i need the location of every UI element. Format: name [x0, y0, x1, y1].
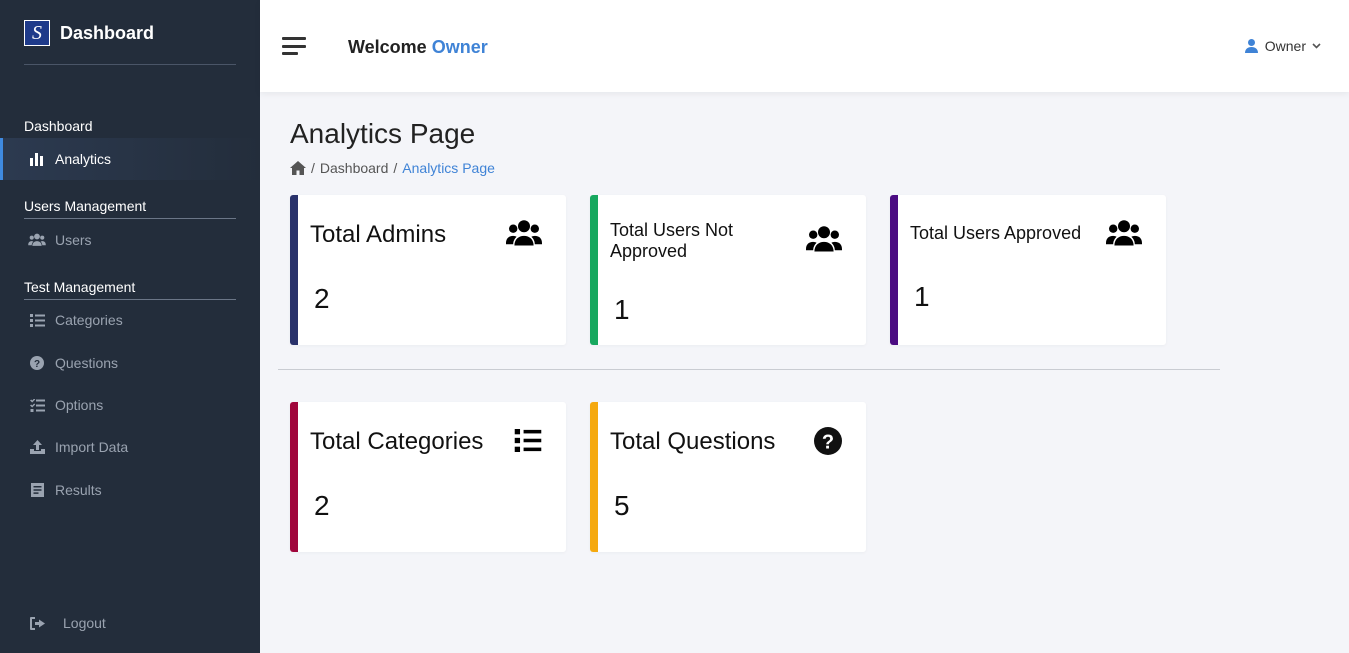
hamburger-line — [282, 52, 298, 55]
sidebar-item-label: Users — [55, 232, 92, 248]
menu-toggle-button[interactable] — [282, 37, 306, 55]
sidebar-item-options[interactable]: Options — [0, 384, 260, 426]
question-circle-icon: ? — [814, 427, 842, 455]
sidebar-item-label: Options — [55, 397, 104, 413]
stat-card-total-users-not-approved: Total Users Not Approved 1 — [590, 195, 866, 345]
sidebar-item-results[interactable]: Results — [0, 469, 260, 511]
breadcrumb-dashboard[interactable]: Dashboard — [320, 160, 389, 176]
sidebar-item-label: Results — [55, 482, 102, 498]
home-icon[interactable] — [290, 161, 306, 175]
card-value: 1 — [914, 281, 930, 312]
stat-card-total-categories: Total Categories 2 — [290, 402, 566, 552]
stat-card-total-users-approved: Total Users Approved 1 — [890, 195, 1166, 345]
sidebar-item-users[interactable]: Users — [0, 219, 260, 261]
chevron-down-icon — [1312, 43, 1321, 49]
card-label: Total Questions — [610, 428, 776, 455]
list-icon — [28, 313, 46, 327]
sidebar-item-label: Categories — [55, 312, 123, 328]
card-accent-bar — [290, 195, 298, 345]
topbar: Welcome Owner Owner — [260, 0, 1349, 92]
brand-logo: S — [24, 20, 50, 46]
user-menu-dropdown[interactable]: Owner — [1244, 38, 1321, 54]
hamburger-line — [282, 44, 306, 48]
upload-icon — [28, 440, 46, 454]
users-icon — [28, 233, 46, 247]
sidebar-item-questions[interactable]: ? Questions — [0, 342, 260, 384]
sidebar: S Dashboard Dashboard Analytics Users Ma… — [0, 0, 260, 653]
logout-button[interactable]: Logout — [0, 602, 260, 644]
sidebar-item-categories[interactable]: Categories — [0, 299, 260, 341]
section-label-test-management: Test Management — [24, 279, 236, 300]
welcome-name: Owner — [431, 37, 488, 57]
card-accent-bar — [290, 402, 298, 552]
welcome-message: Welcome Owner — [348, 37, 488, 58]
breadcrumb-separator: / — [311, 160, 315, 176]
section-divider — [278, 369, 1220, 370]
page-title: Analytics Page — [290, 118, 476, 149]
hamburger-line — [282, 37, 306, 40]
brand[interactable]: S Dashboard — [24, 20, 154, 46]
card-accent-bar — [590, 195, 598, 345]
card-label: Total Users Approved — [910, 223, 1082, 243]
card-accent-bar — [890, 195, 898, 345]
breadcrumb-separator: / — [393, 160, 398, 176]
user-icon — [1244, 39, 1258, 53]
section-label-dashboard: Dashboard — [24, 118, 236, 139]
users-icon — [506, 220, 542, 246]
welcome-prefix: Welcome — [348, 37, 427, 57]
sidebar-item-label: Import Data — [55, 439, 129, 455]
card-label: Total Users Not Approved — [610, 220, 734, 261]
report-icon — [28, 483, 46, 497]
card-value: 2 — [314, 490, 330, 521]
stat-card-total-admins: Total Admins 2 — [290, 195, 566, 345]
card-accent-bar — [590, 402, 598, 552]
user-name: Owner — [1264, 38, 1306, 54]
card-label: Total Categories — [310, 428, 484, 455]
breadcrumb: / Dashboard / Analytics Page — [290, 160, 495, 176]
brand-title: Dashboard — [60, 22, 155, 43]
section-label-users-management: Users Management — [24, 198, 236, 219]
sidebar-item-label: Analytics — [55, 151, 112, 167]
svg-text:?: ? — [34, 359, 40, 370]
breadcrumb-current: Analytics Page — [402, 160, 495, 176]
card-label: Total Admins — [310, 221, 447, 248]
users-icon — [1106, 220, 1142, 246]
list-icon — [514, 429, 542, 452]
sidebar-item-analytics[interactable]: Analytics — [0, 138, 260, 180]
logout-icon — [28, 616, 46, 630]
question-circle-icon: ? — [28, 356, 46, 370]
card-value: 5 — [614, 490, 630, 521]
bar-chart-icon — [28, 152, 46, 166]
card-value: 2 — [314, 283, 330, 314]
brand-divider — [24, 64, 236, 65]
logout-label: Logout — [63, 615, 106, 631]
sidebar-item-label: Questions — [55, 355, 119, 371]
stat-card-total-questions: Total Questions 5 ? — [590, 402, 866, 552]
users-icon — [806, 226, 842, 252]
checklist-icon — [28, 398, 46, 412]
sidebar-item-import-data[interactable]: Import Data — [0, 426, 260, 468]
card-value: 1 — [614, 294, 630, 325]
svg-text:?: ? — [822, 432, 834, 454]
